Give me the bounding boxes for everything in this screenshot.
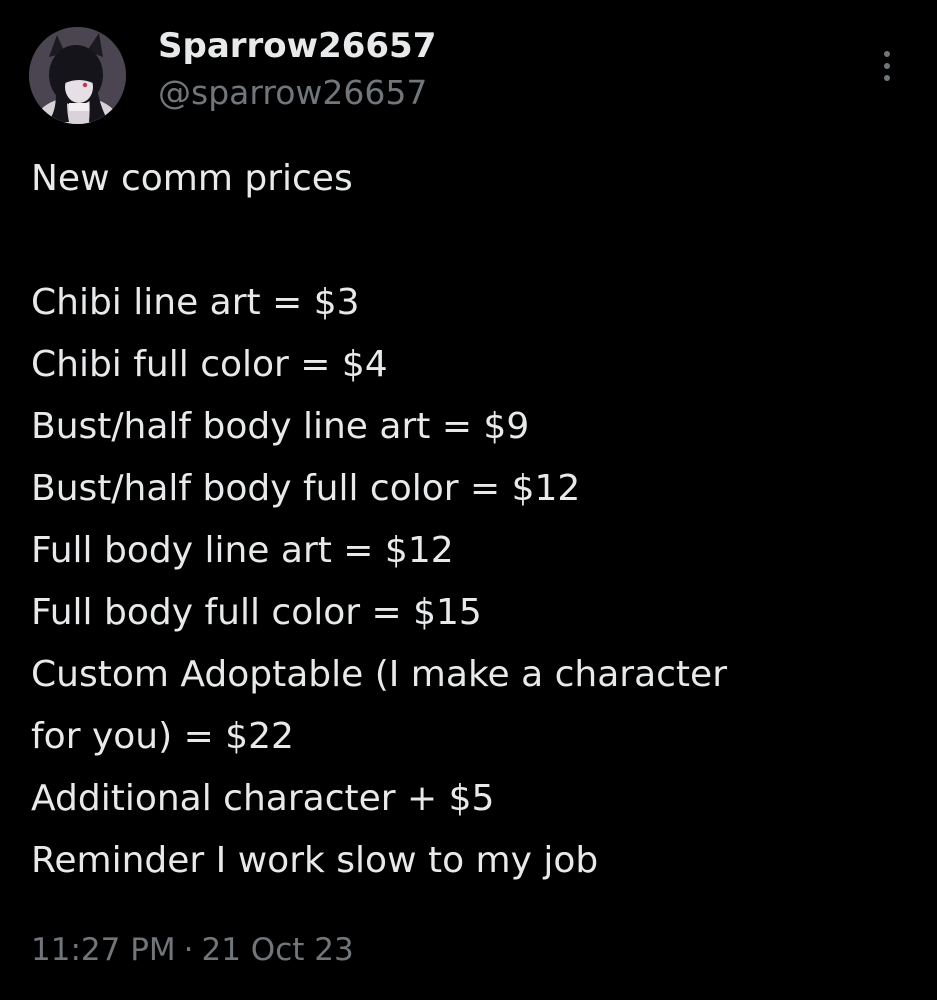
timestamp-separator: · bbox=[183, 932, 194, 968]
tweet-text-line: Full body full color = $15 bbox=[31, 592, 482, 633]
more-options-button[interactable] bbox=[872, 44, 902, 88]
more-options-icon bbox=[884, 75, 890, 81]
tweet-text-line: Reminder I work slow to my job bbox=[31, 840, 599, 881]
more-options-icon bbox=[884, 63, 890, 69]
tweet-text-line: Bust/half body line art = $9 bbox=[31, 406, 530, 447]
tweet-date-link[interactable]: 21 Oct 23 bbox=[202, 932, 354, 968]
tweet-time-link[interactable]: 11:27 PM bbox=[31, 932, 176, 968]
tweet-card: Sparrow26657 @sparrow26657 New comm pric… bbox=[0, 0, 937, 1000]
tweet-text-line: Bust/half body full color = $12 bbox=[31, 468, 581, 509]
tweet-text-line: for you) = $22 bbox=[31, 716, 294, 757]
tweet-text-line: Chibi full color = $4 bbox=[31, 344, 388, 385]
tweet-text: New comm prices Chibi line art = $3 Chib… bbox=[31, 148, 911, 892]
author-display-name[interactable]: Sparrow26657 bbox=[158, 24, 436, 68]
more-options-icon bbox=[884, 51, 890, 57]
tweet-text-line: Additional character + $5 bbox=[31, 778, 495, 819]
avatar-image bbox=[29, 27, 126, 124]
tweet-text-line: New comm prices bbox=[31, 158, 353, 199]
tweet-text-line: Custom Adoptable (I make a character bbox=[31, 654, 727, 695]
author-handle[interactable]: @sparrow26657 bbox=[158, 72, 427, 114]
tweet-timestamp: 11:27 PM · 21 Oct 23 bbox=[31, 928, 354, 972]
tweet-text-line: Full body line art = $12 bbox=[31, 530, 454, 571]
avatar[interactable] bbox=[29, 27, 126, 124]
tweet-text-line: Chibi line art = $3 bbox=[31, 282, 360, 323]
